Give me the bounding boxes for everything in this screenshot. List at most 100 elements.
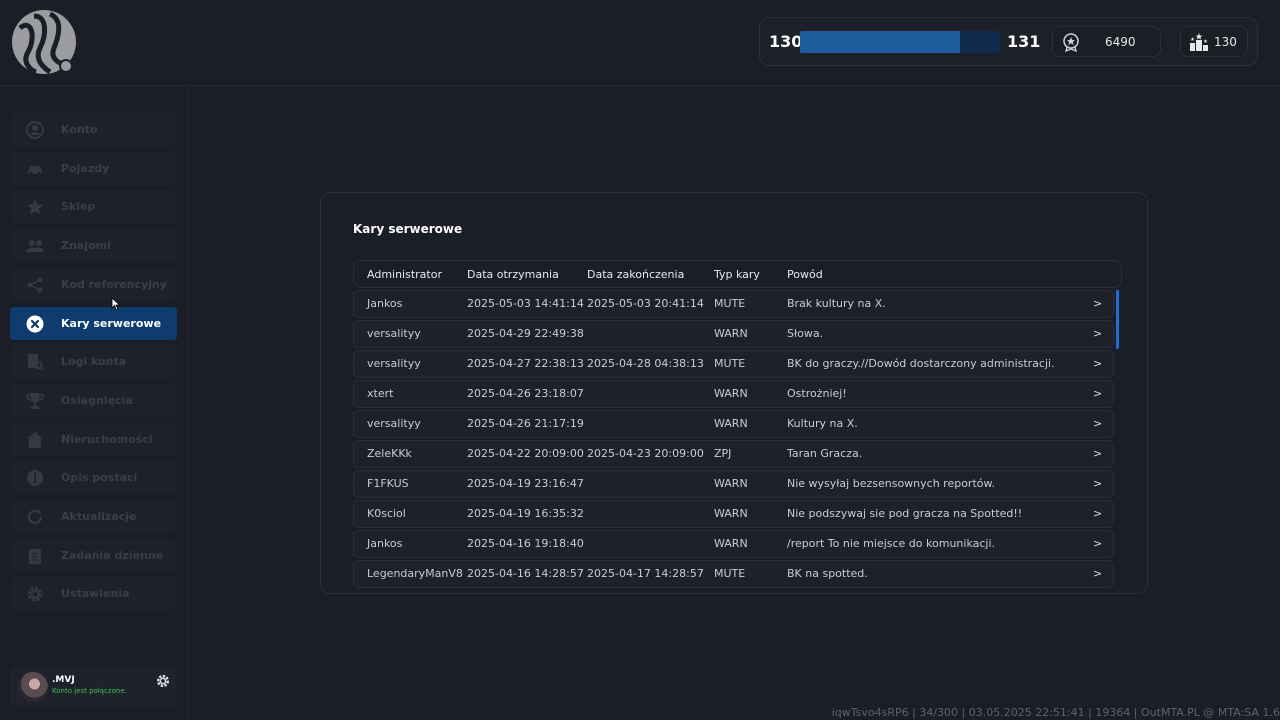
table-header: Administrator Data otrzymania Data zakoń… — [353, 260, 1122, 288]
avatar — [18, 672, 48, 702]
sidebar-item-osiagniecia[interactable]: Osiągnięcia — [10, 384, 177, 417]
cell-administrator: versalityy — [367, 357, 421, 370]
cell-administrator: LegendaryManV8 — [367, 567, 463, 580]
cell-administrator: Jankos — [367, 297, 403, 310]
cell-penalty-type: MUTE — [714, 567, 746, 580]
table-row[interactable]: Jankos 2025-05-03 14:41:14 2025-05-03 20:4… — [353, 290, 1114, 318]
row-expand-arrow[interactable]: > — [1093, 351, 1102, 377]
cell-administrator: K0sciol — [367, 507, 406, 520]
cell-reason: BK na spotted. — [787, 567, 868, 580]
settings-gear-icon[interactable] — [156, 674, 170, 688]
cell-penalty-type: WARN — [714, 387, 748, 400]
sidebar-item-zadania-dzienne[interactable]: Zadania dzienne — [10, 539, 177, 572]
sidebar-item-label: Osiągnięcia — [61, 394, 133, 407]
cell-reason: Ostrożniej! — [787, 387, 847, 400]
sidebar-item-label: Pojazdy — [61, 162, 110, 175]
row-expand-arrow[interactable]: > — [1093, 561, 1102, 587]
table-row[interactable]: K0sciol 2025-04-19 16:35:32 WARN Nie podszy… — [353, 500, 1114, 528]
cell-penalty-type: MUTE — [714, 297, 746, 310]
sidebar-item-label: Kary serwerowe — [61, 317, 162, 330]
rank-value: 130 — [1214, 35, 1237, 49]
podium-icon — [1190, 33, 1208, 51]
cell-received-date: 2025-04-29 22:49:38 — [467, 327, 584, 340]
row-expand-arrow[interactable]: > — [1093, 501, 1102, 527]
sidebar-item-label: Opis postaci — [61, 471, 138, 484]
cell-received-date: 2025-04-22 20:09:00 — [467, 447, 584, 460]
sidebar-item-pojazdy[interactable]: Pojazdy — [10, 152, 177, 185]
top-bar: 130 131 6490 130 — [0, 0, 1280, 86]
sidebar-item-label: Zadania dzienne — [61, 549, 164, 562]
sidebar-item-label: Aktualizacje — [61, 510, 137, 523]
table-row[interactable]: versalityy 2025-04-27 22:38:13 2025-04-28 … — [353, 350, 1114, 378]
info-icon — [27, 470, 43, 486]
cell-end-date: 2025-04-28 04:38:13 — [587, 357, 704, 370]
row-expand-arrow[interactable]: > — [1093, 471, 1102, 497]
sidebar-item-nieruchomosci[interactable]: Nieruchomości — [10, 423, 177, 456]
cell-received-date: 2025-04-26 21:17:19 — [467, 417, 584, 430]
friends-icon — [26, 240, 44, 252]
column-header-administrator: Administrator — [367, 268, 442, 281]
sidebar-item-kary-serwerowe[interactable]: Kary serwerowe — [10, 307, 177, 340]
xp-progress-fill — [800, 31, 960, 53]
close-circle-icon — [26, 315, 44, 333]
penalties-table-body: Jankos 2025-05-03 14:41:14 2025-05-03 20:4… — [353, 290, 1122, 590]
row-expand-arrow[interactable]: > — [1093, 441, 1102, 467]
table-row[interactable]: versalityy 2025-04-26 21:17:19 WARN Kultury… — [353, 410, 1114, 438]
gear-icon — [27, 586, 43, 602]
cell-reason: Taran Gracza. — [787, 447, 863, 460]
cell-penalty-type: WARN — [714, 537, 748, 550]
cell-administrator: F1FKUS — [367, 477, 409, 490]
row-expand-arrow[interactable]: > — [1093, 321, 1102, 347]
sidebar-item-kod-referencyjny[interactable]: Kod referencyjny — [10, 268, 177, 301]
cell-penalty-type: WARN — [714, 417, 748, 430]
clipboard-icon — [29, 549, 41, 564]
cell-penalty-type: MUTE — [714, 357, 746, 370]
log-search-icon — [28, 354, 44, 371]
mouse-cursor-icon — [111, 297, 121, 311]
cell-received-date: 2025-04-26 23:18:07 — [467, 387, 584, 400]
table-row[interactable]: Jankos 2025-04-16 19:18:40 WARN/report To … — [353, 530, 1114, 558]
scrollbar-thumb[interactable] — [1116, 290, 1119, 349]
sidebar-item-sklep[interactable]: Sklep — [10, 190, 177, 223]
cell-received-date: 2025-04-19 16:35:32 — [467, 507, 584, 520]
row-expand-arrow[interactable]: > — [1093, 531, 1102, 557]
cell-administrator: versalityy — [367, 327, 421, 340]
row-expand-arrow[interactable]: > — [1093, 381, 1102, 407]
cell-reason: BK do graczy.//Dowód dostarczony adminis… — [787, 357, 1055, 370]
cell-administrator: ZeleKKk — [367, 447, 412, 460]
cell-reason: Słowa. — [787, 327, 824, 340]
column-header-reason: Powód — [787, 268, 823, 281]
cell-reason: Nie wysyłaj bezsensownych reportów. — [787, 477, 995, 490]
sidebar-item-aktualizacje[interactable]: Aktualizacje — [10, 500, 177, 533]
row-expand-arrow[interactable]: > — [1093, 411, 1102, 437]
penalties-panel: Kary serwerowe Administrator Data otrzym… — [320, 192, 1148, 594]
cell-received-date: 2025-04-16 14:28:57 — [467, 567, 584, 580]
table-row[interactable]: LegendaryManV8 2025-04-16 14:28:57 2025-04… — [353, 560, 1114, 588]
column-header-penalty-type: Typ kary — [714, 268, 760, 281]
cell-reason: /report To nie miejsce do komunikacji. — [787, 537, 996, 550]
cell-administrator: xtert — [367, 387, 394, 400]
table-row[interactable]: ZeleKKk 2025-04-22 20:09:00 2025-04-23 20:… — [353, 440, 1114, 468]
server-info-footer: iqwTsvo4sRP6 | 34/300 | 03.05.2025 22:51… — [831, 706, 1280, 719]
xp-progress-bar — [800, 31, 1000, 53]
sidebar-item-label: Nieruchomości — [61, 433, 153, 446]
sidebar-item-konto[interactable]: Konto — [10, 113, 177, 146]
sidebar-item-logi-konta[interactable]: Logi konta — [10, 345, 177, 378]
refresh-icon — [27, 509, 43, 525]
sidebar-item-ustawienia[interactable]: Ustawienia — [10, 577, 177, 610]
current-level: 130 — [769, 32, 803, 51]
column-header-end-date: Data zakończenia — [587, 268, 685, 281]
cell-administrator: versalityy — [367, 417, 421, 430]
row-expand-arrow[interactable]: > — [1093, 291, 1102, 317]
table-row[interactable]: versalityy 2025-04-29 22:49:38 WARN Słowa. > — [353, 320, 1114, 348]
star-icon — [27, 199, 43, 215]
sidebar: Konto Pojazdy Sklep Znajomi Kod referenc… — [0, 87, 189, 720]
sidebar-item-znajomi[interactable]: Znajomi — [10, 229, 177, 262]
table-row[interactable]: F1FKUS 2025-04-19 23:16:47 WARN Nie wysyłaj… — [353, 470, 1114, 498]
cell-received-date: 2025-04-27 22:38:13 — [467, 357, 584, 370]
cell-administrator: Jankos — [367, 537, 403, 550]
user-card: .MVJ Konto jest połączone. — [10, 667, 177, 707]
table-row[interactable]: xtert 2025-04-26 23:18:07 WARN Ostrożniej! > — [353, 380, 1114, 408]
medal-icon — [1063, 33, 1079, 52]
sidebar-item-opis-postaci[interactable]: Opis postaci — [10, 461, 177, 494]
